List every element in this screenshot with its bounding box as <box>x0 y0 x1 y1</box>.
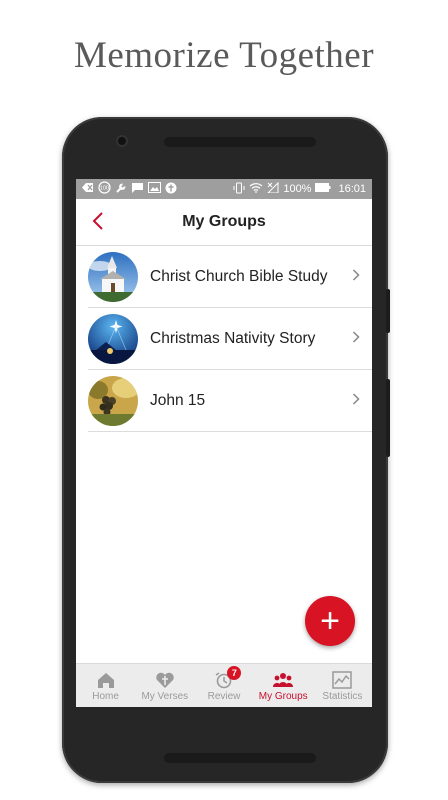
group-name: Christ Church Bible Study <box>150 267 328 285</box>
nav-label: My Verses <box>141 690 189 702</box>
front-camera <box>118 137 126 145</box>
battery-percent: 100% <box>283 183 312 195</box>
wrench-icon <box>115 182 127 197</box>
group-row-christ-church[interactable]: Christ Church Bible Study <box>88 246 372 308</box>
app-bar: My Groups <box>76 199 372 246</box>
top-speaker <box>164 137 316 147</box>
message-icon <box>131 182 144 197</box>
bottom-speaker <box>164 753 316 763</box>
heart-cross-icon <box>156 672 174 688</box>
nav-label: Review <box>207 690 241 702</box>
add-group-button[interactable]: + <box>305 596 355 646</box>
chevron-right-icon <box>346 330 366 348</box>
status-bar: 100 100% 16:01 <box>76 179 372 199</box>
image-icon <box>148 182 161 196</box>
battery-saver-icon: 100 <box>98 181 111 197</box>
home-icon <box>97 672 114 688</box>
page-title: My Groups <box>182 213 266 230</box>
group-row-john-15[interactable]: John 15 <box>88 370 372 432</box>
headline: Memorize Together <box>73 35 375 76</box>
review-count-badge: 7 <box>227 666 242 680</box>
nav-home[interactable]: Home <box>76 664 135 707</box>
volume-button <box>386 379 390 457</box>
chevron-left-icon <box>92 212 103 230</box>
chevron-right-icon <box>346 268 366 286</box>
group-row-christmas-nativity[interactable]: Christmas Nativity Story <box>88 308 372 370</box>
svg-text:100: 100 <box>100 186 109 192</box>
vibrate-icon <box>233 182 245 197</box>
back-arrow-icon <box>82 182 94 196</box>
group-name: Christmas Nativity Story <box>150 329 316 347</box>
nav-my-verses[interactable]: My Verses <box>135 664 194 707</box>
nav-label: Statistics <box>322 690 363 702</box>
no-signal-icon <box>267 181 279 196</box>
groups-list: Christ Church Bible Study Christmas Nati… <box>76 246 372 432</box>
group-name: John 15 <box>150 391 206 409</box>
back-button[interactable] <box>86 209 110 233</box>
bottom-navigation: Home My Verses Review 7 My Groups Statis… <box>76 663 372 707</box>
app-screen: 100 100% 16:01 My Groups Christ Church B… <box>76 179 372 707</box>
battery-icon <box>315 183 331 195</box>
nav-review[interactable]: Review 7 <box>194 664 253 707</box>
grapes-thumbnail <box>88 375 138 426</box>
phone-frame: 100 100% 16:01 My Groups Christ Church B… <box>62 117 390 783</box>
chart-icon <box>332 670 353 689</box>
church-thumbnail <box>88 251 138 302</box>
clock-time: 16:01 <box>338 183 366 195</box>
nativity-thumbnail <box>88 313 138 364</box>
cross-icon <box>165 182 177 197</box>
plus-icon: + <box>320 602 340 640</box>
nav-statistics[interactable]: Statistics <box>313 664 372 707</box>
nav-my-groups[interactable]: My Groups <box>254 664 313 707</box>
nav-label: Home <box>92 690 119 702</box>
group-icon <box>273 672 294 687</box>
nav-label: My Groups <box>258 690 308 702</box>
power-button <box>386 289 390 333</box>
chevron-right-icon <box>346 392 366 410</box>
wifi-icon <box>249 182 263 196</box>
